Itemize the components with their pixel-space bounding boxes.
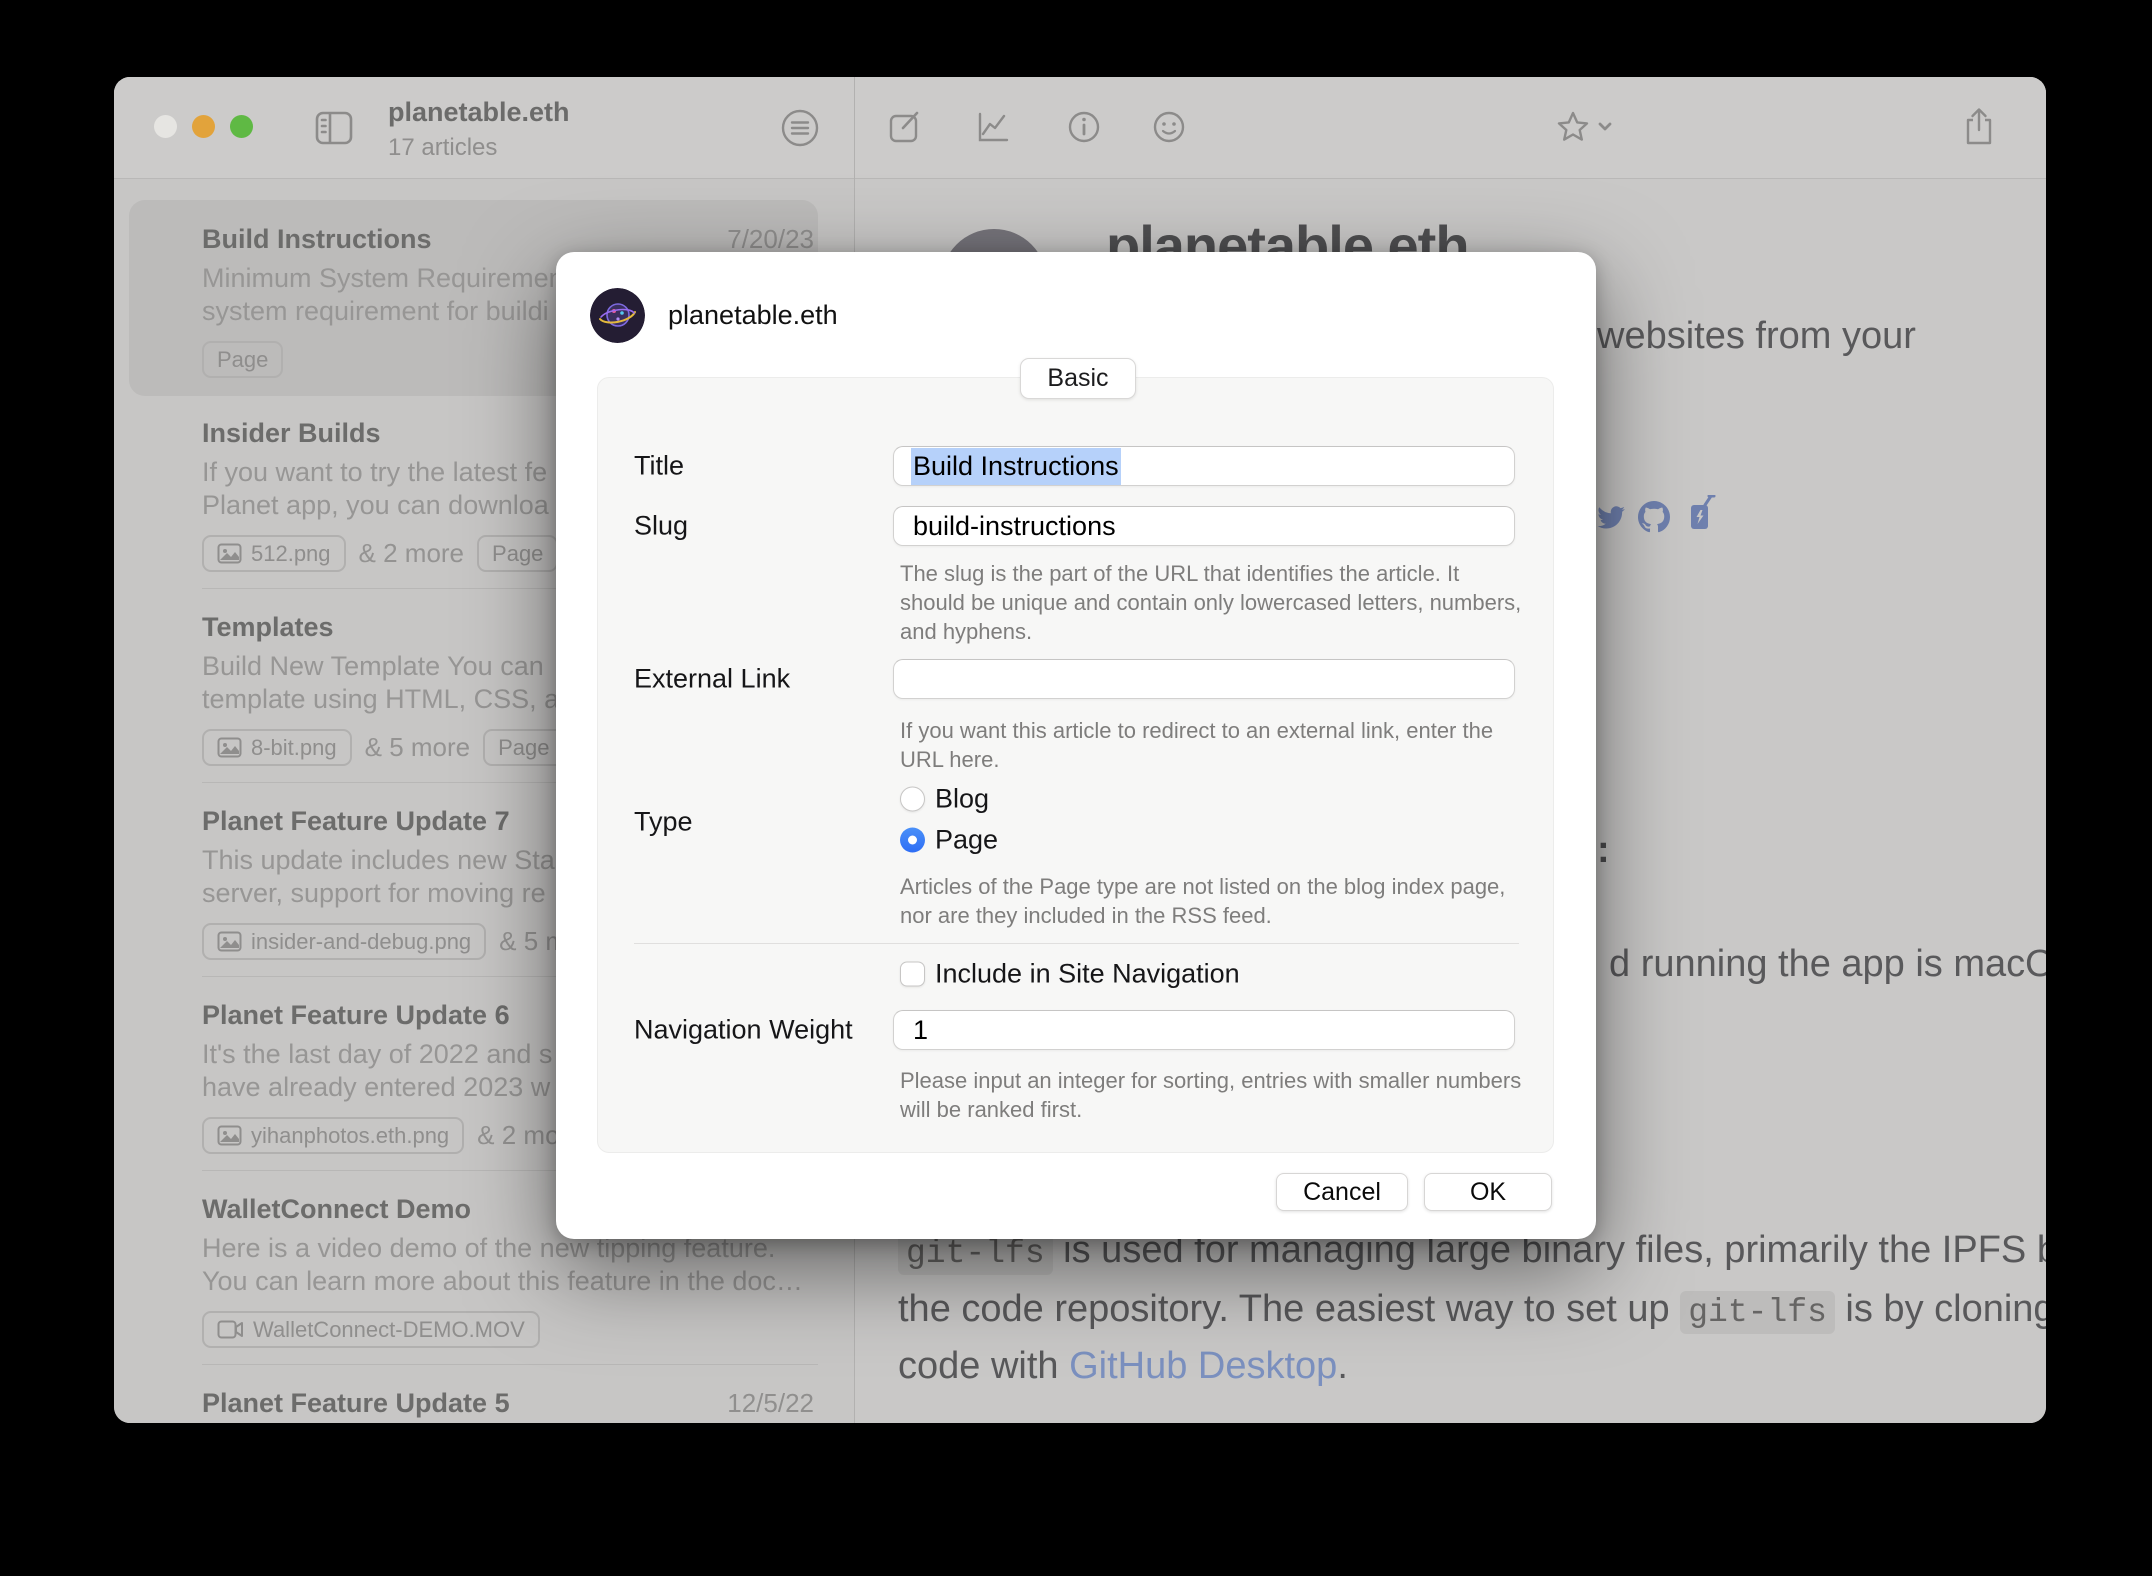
radio-page[interactable]: [900, 828, 925, 853]
article-tags: Page: [202, 341, 283, 378]
github-desktop-link[interactable]: GitHub Desktop: [1069, 1345, 1337, 1387]
article-settings-dialog: planetable.eth Basic Title Build Instruc…: [556, 252, 1596, 1239]
article-date: 7/20/23: [727, 224, 814, 255]
code-inline: git-lfs: [1680, 1291, 1835, 1334]
github-icon[interactable]: [1638, 501, 1670, 533]
article-title: Planet Feature Update 5: [202, 1388, 510, 1419]
include-in-site-navigation-checkbox[interactable]: [900, 962, 925, 987]
dialog-header: planetable.eth: [590, 288, 838, 343]
sidebar-toggle-icon[interactable]: [314, 109, 354, 147]
share-icon[interactable]: [1959, 105, 1999, 149]
image-icon: [217, 1125, 242, 1146]
image-icon: [217, 931, 242, 952]
analytics-icon[interactable]: [973, 107, 1013, 147]
radio-blog-label[interactable]: Blog: [935, 784, 989, 815]
article-item-header: Planet Feature Update 5 12/5/22: [202, 1385, 814, 1421]
close-window-button[interactable]: [154, 115, 177, 138]
article-title: WalletConnect Demo: [202, 1194, 471, 1225]
image-icon: [217, 543, 242, 564]
navigation-weight-help-text: Please input an integer for sorting, ent…: [900, 1068, 1521, 1126]
cancel-button[interactable]: Cancel: [1276, 1173, 1408, 1211]
article-list-item[interactable]: Planet Feature Update 5 12/5/22: [114, 1365, 854, 1423]
more-attachments-text: & 2 more: [359, 538, 465, 569]
article-tags: yihanphotos.eth.png & 2 mor: [202, 1117, 568, 1154]
juicebox-icon[interactable]: [1685, 495, 1717, 533]
chip-label: Page: [217, 347, 268, 373]
slug-input[interactable]: build-instructions: [893, 506, 1515, 546]
image-attachment-chip: 512.png: [202, 535, 346, 572]
tab-basic[interactable]: Basic: [1020, 358, 1136, 399]
article-title: Build Instructions: [202, 224, 432, 255]
title-label: Title: [634, 451, 684, 482]
type-label: Type: [634, 807, 693, 838]
image-attachment-chip: insider-and-debug.png: [202, 923, 486, 960]
window-controls: [154, 115, 253, 138]
ok-button[interactable]: OK: [1424, 1173, 1552, 1211]
article-tags: insider-and-debug.png& 5 m: [202, 923, 567, 960]
external-link-help-text: If you want this article to redirect to …: [900, 718, 1493, 776]
content-titlebar: [855, 77, 2046, 179]
title-input[interactable]: Build Instructions: [893, 446, 1515, 486]
external-link-label: External Link: [634, 664, 790, 695]
tag-chip: Page: [202, 341, 283, 378]
article-title: Planet Feature Update 7: [202, 806, 510, 837]
external-link-input[interactable]: [893, 659, 1515, 699]
sidebar-title-block: planetable.eth 17 articles: [388, 99, 570, 160]
article-tags: 8-bit.png & 5 more Page: [202, 729, 608, 766]
twitter-icon[interactable]: [1593, 501, 1627, 531]
section-divider: [634, 943, 1519, 944]
star-menu-icon[interactable]: [1553, 107, 1619, 147]
article-paragraph-line: code with GitHub Desktop.: [898, 1345, 1348, 1388]
chip-label: WalletConnect-DEMO.MOV: [253, 1317, 525, 1343]
article-date: 12/5/22: [727, 1388, 814, 1419]
navigation-weight-input[interactable]: 1: [893, 1010, 1515, 1050]
image-attachment-chip: 8-bit.png: [202, 729, 352, 766]
dialog-site-name: planetable.eth: [668, 300, 838, 331]
navigation-weight-label: Navigation Weight: [634, 1015, 853, 1046]
selected-text: Build Instructions: [911, 448, 1121, 485]
sidebar-subtitle: 17 articles: [388, 136, 570, 160]
chevron-down-icon: [1600, 124, 1610, 129]
more-attachments-text: & 5 more: [365, 732, 471, 763]
smiley-icon[interactable]: [1149, 107, 1189, 147]
radio-blog[interactable]: [900, 787, 925, 812]
article-tags: WalletConnect-DEMO.MOV: [202, 1311, 540, 1348]
settings-panel: Title Build Instructions Slug build-inst…: [597, 377, 1554, 1153]
article-title: Insider Builds: [202, 418, 381, 449]
compose-icon[interactable]: [885, 107, 925, 147]
requirement-text-fragment: d running the app is macOS: [1609, 943, 2046, 986]
minimize-window-button[interactable]: [192, 115, 215, 138]
type-help-text: Articles of the Page type are not listed…: [900, 874, 1505, 932]
zoom-window-button[interactable]: [230, 115, 253, 138]
article-paragraph-line: the code repository. The easiest way to …: [898, 1288, 2046, 1331]
chip-label: 8-bit.png: [251, 735, 337, 761]
include-in-site-navigation-label[interactable]: Include in Site Navigation: [935, 959, 1240, 990]
more-attachments-text: & 2 mor: [477, 1120, 568, 1151]
chip-label: yihanphotos.eth.png: [251, 1123, 449, 1149]
planet-avatar-icon: [590, 288, 645, 343]
site-tagline-fragment: websites from your: [1597, 315, 1916, 358]
image-icon: [217, 737, 242, 758]
slug-help-text: The slug is the part of the URL that ide…: [900, 561, 1521, 648]
menu-icon[interactable]: [779, 107, 821, 149]
image-attachment-chip: yihanphotos.eth.png: [202, 1117, 464, 1154]
chip-label: 512.png: [251, 541, 331, 567]
chip-label: Page: [498, 735, 549, 761]
video-icon: [217, 1320, 244, 1339]
screen: planetable.eth 17 articles Build Instruc…: [0, 0, 2152, 1576]
article-title: Planet Feature Update 6: [202, 1000, 510, 1031]
chip-label: insider-and-debug.png: [251, 929, 471, 955]
hidden-heading-fragment: :: [1597, 829, 1610, 872]
article-title: Templates: [202, 612, 334, 643]
chip-label: Page: [492, 541, 543, 567]
slug-label: Slug: [634, 511, 688, 542]
sidebar-title: planetable.eth: [388, 99, 570, 126]
radio-page-label[interactable]: Page: [935, 825, 998, 856]
tag-chip: Page: [477, 535, 558, 572]
info-icon[interactable]: [1064, 107, 1104, 147]
tag-chip: Page: [483, 729, 564, 766]
article-summary-line: You can learn more about this feature in…: [202, 1266, 854, 1297]
sidebar-titlebar: planetable.eth 17 articles: [114, 77, 854, 179]
video-attachment-chip: WalletConnect-DEMO.MOV: [202, 1311, 540, 1348]
